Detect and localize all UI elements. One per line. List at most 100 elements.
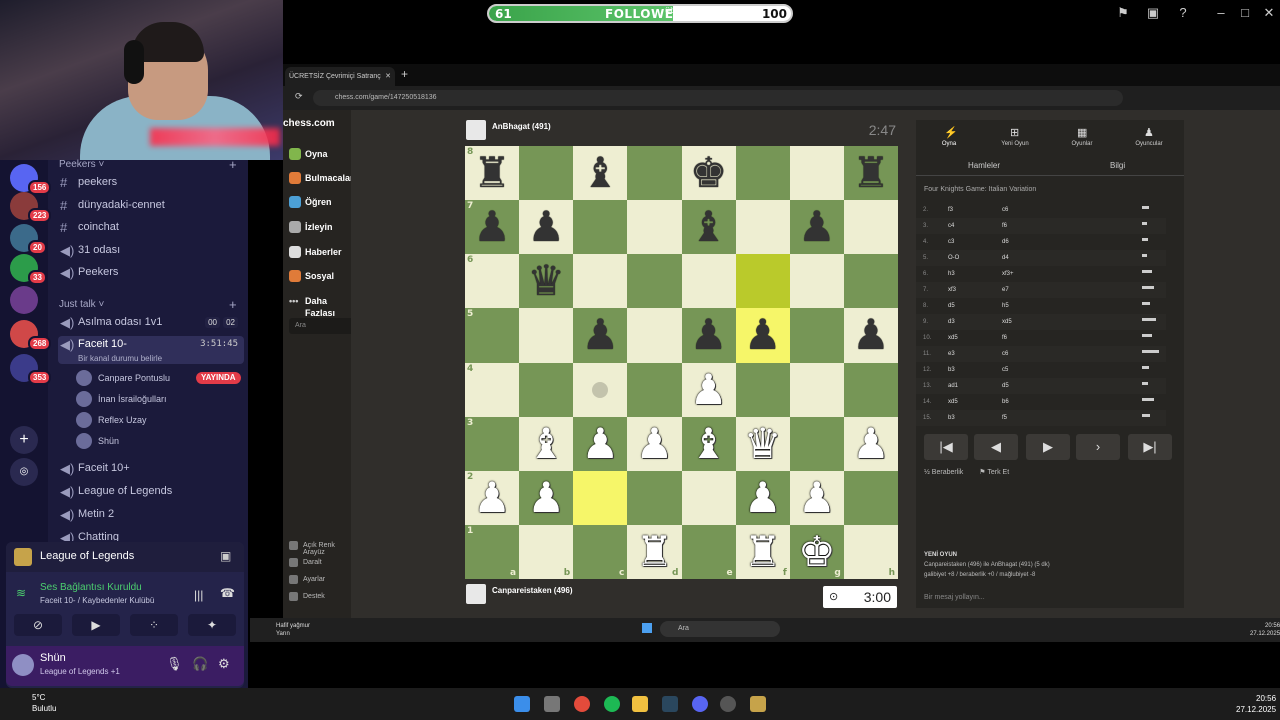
white-bishop-icon[interactable]: ♝	[527, 422, 565, 465]
obs-icon[interactable]	[720, 696, 736, 712]
black-move[interactable]: f6	[1002, 218, 1007, 234]
white-move[interactable]: c3	[948, 234, 954, 250]
black-bishop-icon[interactable]: ♝	[581, 152, 619, 194]
square-h1[interactable]: h	[843, 524, 898, 579]
start-icon[interactable]	[514, 696, 530, 712]
chesscom-logo[interactable]: chess.com	[283, 118, 335, 129]
black-move[interactable]: h5	[1002, 298, 1009, 314]
text-channel[interactable]: # coinchat	[58, 217, 244, 238]
move-hint-dot[interactable]	[592, 381, 609, 398]
move-row[interactable]: 11. e3 c6	[916, 346, 1166, 362]
square-f3[interactable]: ♛	[735, 416, 790, 471]
white-move[interactable]: xf3	[948, 282, 956, 298]
tab-info[interactable]: Bilgi	[1110, 161, 1125, 170]
square-e5[interactable]: ♟	[681, 308, 736, 363]
white-move[interactable]: xd5	[948, 330, 958, 346]
soundboard-button[interactable]: ✦	[188, 614, 236, 636]
white-pawn-icon[interactable]: ♟	[636, 422, 674, 465]
add-server-icon[interactable]: +	[10, 426, 38, 454]
voice-channel[interactable]: ◀) Chatting	[58, 527, 244, 541]
voice-channel[interactable]: ◀) Peekers	[58, 262, 244, 283]
league-icon[interactable]	[750, 696, 766, 712]
voice-user[interactable]: Shün	[76, 431, 119, 451]
voice-channel[interactable]: ◀) Metin 2	[58, 504, 244, 525]
square-b4[interactable]	[519, 362, 574, 417]
white-rook-icon[interactable]: ♜	[744, 530, 782, 573]
move-row[interactable]: 7. xf3 e7	[916, 282, 1166, 298]
square-c7[interactable]	[573, 200, 628, 255]
square-e4[interactable]: ♟	[681, 362, 736, 417]
black-rook-icon[interactable]: ♜	[852, 152, 890, 194]
square-g1[interactable]: g ♚	[789, 524, 844, 579]
square-c4[interactable]	[573, 362, 628, 417]
server-icon[interactable]: 20	[10, 224, 47, 255]
white-move[interactable]: e3	[948, 346, 955, 362]
activities-button[interactable]: ⁘	[130, 614, 178, 636]
url-field[interactable]: chess.com/game/147250518136	[313, 90, 1123, 106]
square-f4[interactable]	[735, 362, 790, 417]
move-row[interactable]: 6. h3 xf3+	[916, 266, 1166, 282]
screen-icon[interactable]: ▣	[1144, 4, 1162, 22]
move-row[interactable]: 5. O-O d4	[916, 250, 1166, 266]
black-pawn-icon[interactable]: ♟	[581, 314, 619, 356]
server-icon[interactable]	[10, 286, 38, 314]
move-row[interactable]: 14. xd5 b6	[916, 394, 1166, 410]
weather-widget[interactable]: 5°C Bulutlu	[10, 692, 56, 714]
square-d7[interactable]	[627, 200, 682, 255]
black-move[interactable]: d4	[1002, 250, 1009, 266]
square-f7[interactable]	[735, 200, 790, 255]
white-pawn-icon[interactable]: ♟	[527, 476, 565, 519]
settings-icon[interactable]: ⚙	[218, 656, 230, 672]
square-e2[interactable]	[681, 470, 736, 525]
black-pawn-icon[interactable]: ♟	[798, 206, 836, 248]
white-pawn-icon[interactable]: ♟	[690, 368, 728, 411]
black-pawn-icon[interactable]: ♟	[744, 314, 782, 356]
square-h5[interactable]: ♟	[843, 308, 898, 363]
voice-user[interactable]: Canpare Pontuslu YAYINDA	[76, 368, 241, 388]
black-rook-icon[interactable]: ♜	[473, 152, 511, 194]
square-g2[interactable]: ♟	[789, 470, 844, 525]
play-button[interactable]: ▶	[1026, 434, 1070, 460]
white-move[interactable]: c4	[948, 218, 954, 234]
black-king-icon[interactable]: ♚	[690, 152, 728, 194]
white-move[interactable]: f3	[948, 202, 953, 218]
white-pawn-icon[interactable]: ♟	[744, 476, 782, 519]
voice-channel[interactable]: ◀) Asılma odası 1v1 00 02	[58, 312, 244, 333]
prev-move-button[interactable]: ◀	[974, 434, 1018, 460]
square-d4[interactable]	[627, 362, 682, 417]
square-g7[interactable]: ♟	[789, 200, 844, 255]
nav-social[interactable]: Sosyal	[289, 270, 334, 282]
square-e8[interactable]: ♚	[681, 146, 736, 201]
server-icon[interactable]: 353	[10, 354, 52, 385]
text-channel[interactable]: # peekers	[58, 172, 244, 193]
steam-icon[interactable]	[662, 696, 678, 712]
white-move[interactable]: h3	[948, 266, 955, 282]
move-row[interactable]: 10. xd5 f6	[916, 330, 1166, 346]
square-g3[interactable]	[789, 416, 844, 471]
square-b3[interactable]: ♝	[519, 416, 574, 471]
square-a4[interactable]: 4	[465, 362, 520, 417]
black-move[interactable]: xf3+	[1002, 266, 1014, 282]
avatar[interactable]	[466, 120, 486, 140]
square-c1[interactable]: c	[573, 524, 628, 579]
voice-channel[interactable]: ◀) Faceit 10+	[58, 458, 244, 479]
black-move[interactable]: b6	[1002, 394, 1009, 410]
white-rook-icon[interactable]: ♜	[636, 530, 674, 573]
white-move[interactable]: b3	[948, 410, 955, 426]
square-g5[interactable]	[789, 308, 844, 363]
text-channel[interactable]: # dünyadaki-cennet	[58, 195, 244, 216]
square-c3[interactable]: ♟	[573, 416, 628, 471]
square-b5[interactable]	[519, 308, 574, 363]
windows-icon[interactable]	[642, 623, 652, 633]
resign-button[interactable]: ⚑ Terk Et	[979, 469, 1009, 476]
square-b6[interactable]: ♛	[519, 254, 574, 309]
last-move-button[interactable]: ▶|	[1128, 434, 1172, 460]
category-peekers[interactable]: Peekers ˅ +	[59, 157, 237, 172]
square-h3[interactable]: ♟	[843, 416, 898, 471]
first-move-button[interactable]: |◀	[924, 434, 968, 460]
tab-games[interactable]: ▦ Oyunlar	[1049, 122, 1115, 152]
square-d6[interactable]	[627, 254, 682, 309]
square-h2[interactable]	[843, 470, 898, 525]
chrome-icon[interactable]	[574, 696, 590, 712]
voice-channel-active[interactable]: ◀) Faceit 10- 3:51:45 Bir kanal durumu beli…	[58, 336, 244, 364]
